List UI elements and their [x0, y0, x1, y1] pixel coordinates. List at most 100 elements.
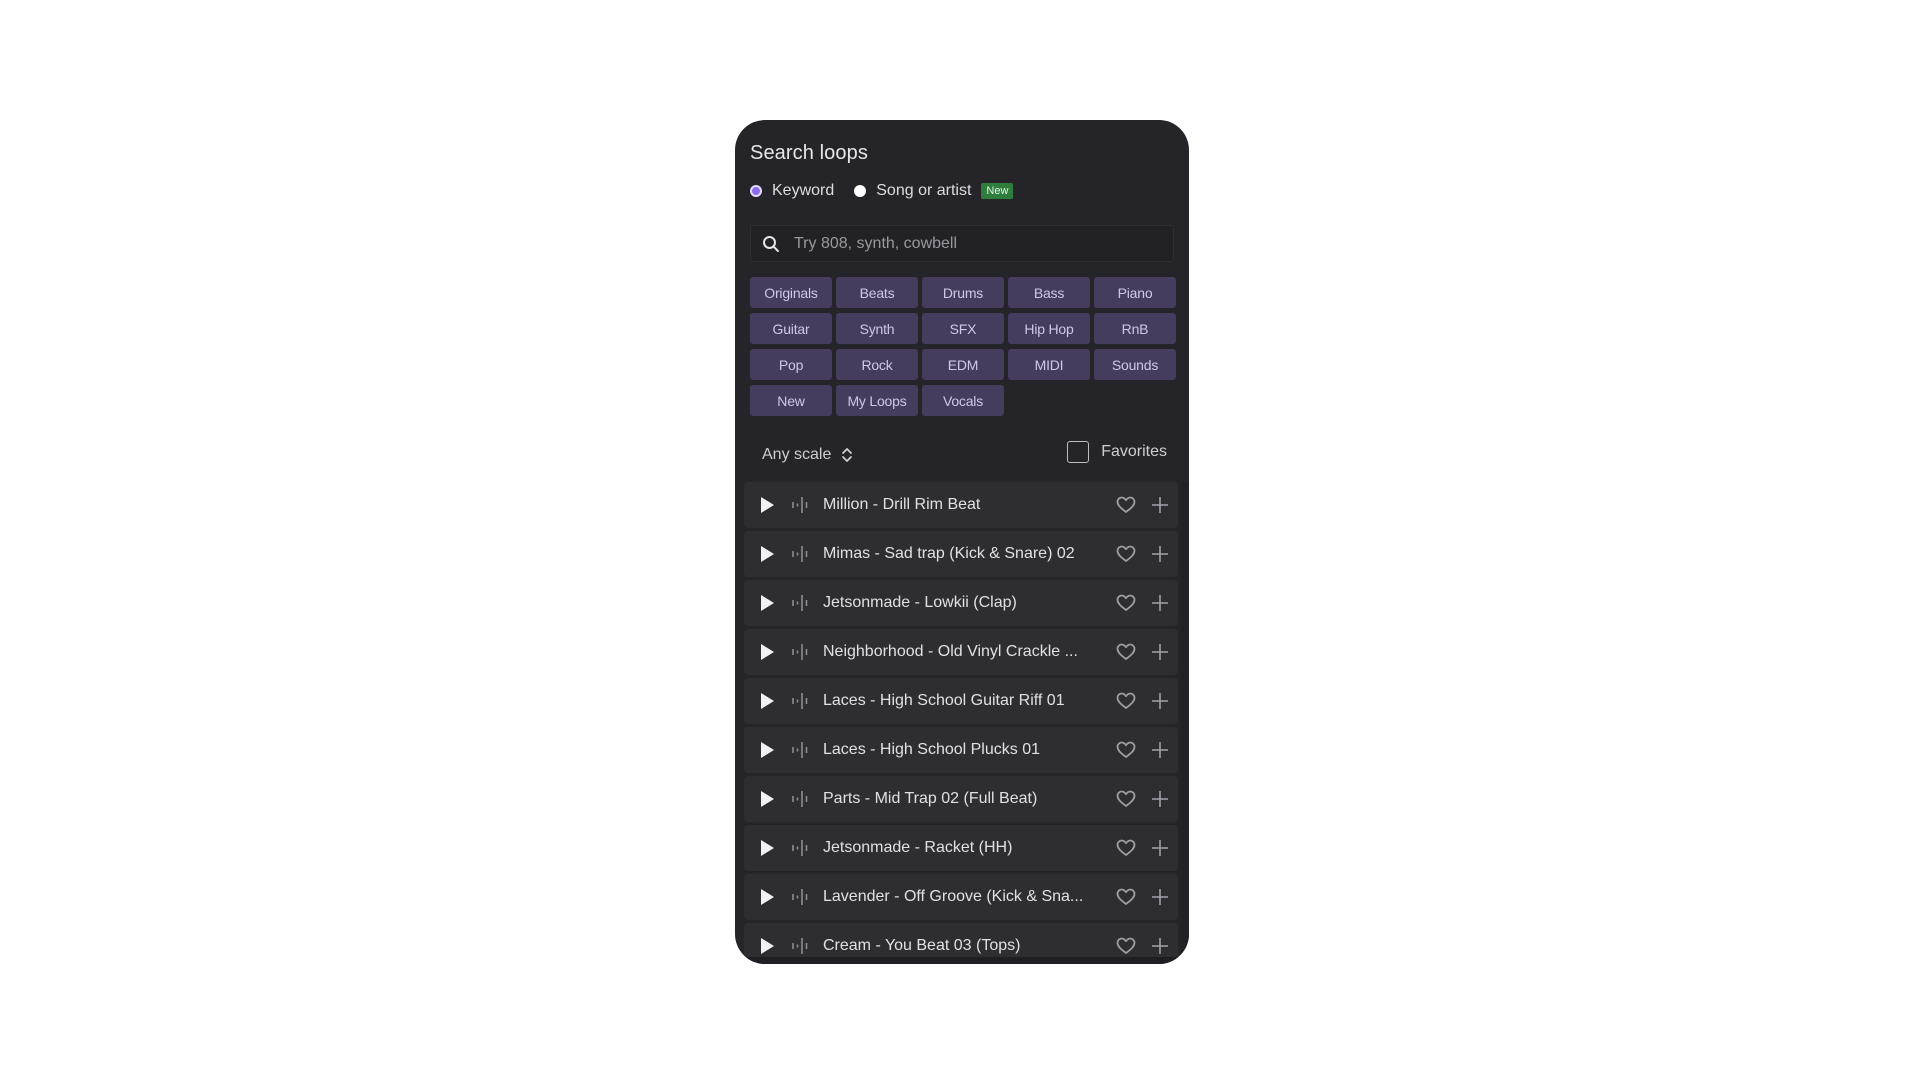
heart-icon[interactable] — [1116, 496, 1136, 514]
play-icon[interactable] — [759, 937, 781, 955]
category-chip-pop[interactable]: Pop — [750, 349, 832, 380]
loop-row[interactable]: Million - Drill Rim Beat — [744, 482, 1178, 528]
play-icon[interactable] — [759, 643, 781, 661]
add-icon[interactable] — [1150, 642, 1170, 662]
new-badge: New — [981, 183, 1014, 199]
category-chip-hip-hop[interactable]: Hip Hop — [1008, 313, 1090, 344]
loop-row[interactable]: Parts - Mid Trap 02 (Full Beat) — [744, 776, 1178, 822]
add-icon[interactable] — [1150, 544, 1170, 564]
radio-song-or-artist[interactable]: Song or artist — [854, 182, 971, 200]
search-mode-radio-group: Keyword Song or artist New — [750, 182, 1014, 200]
radio-keyword[interactable]: Keyword — [750, 182, 834, 200]
search-loops-panel: Search loops Keyword Song or artist New … — [735, 120, 1189, 964]
heart-icon[interactable] — [1116, 888, 1136, 906]
loop-name[interactable]: Jetsonmade - Lowkii (Clap) — [823, 594, 1108, 612]
category-chip-beats[interactable]: Beats — [836, 277, 918, 308]
waveform-icon — [791, 937, 813, 955]
play-icon[interactable] — [759, 741, 781, 759]
play-icon[interactable] — [759, 790, 781, 808]
category-chip-rock[interactable]: Rock — [836, 349, 918, 380]
search-field[interactable] — [750, 225, 1174, 262]
loop-name[interactable]: Laces - High School Plucks 01 — [823, 741, 1108, 759]
loop-name[interactable]: Million - Drill Rim Beat — [823, 496, 1108, 514]
favorites-checkbox[interactable] — [1067, 441, 1090, 463]
waveform-icon — [791, 594, 813, 612]
radio-song-or-artist-label: Song or artist — [876, 182, 972, 199]
loop-row[interactable]: Neighborhood - Old Vinyl Crackle ... — [744, 629, 1178, 675]
scale-select-label: Any scale — [762, 446, 832, 463]
heart-icon[interactable] — [1116, 790, 1136, 808]
category-chip-rnb[interactable]: RnB — [1094, 313, 1176, 344]
loop-name[interactable]: Mimas - Sad trap (Kick & Snare) 02 — [823, 545, 1108, 563]
add-icon[interactable] — [1150, 740, 1170, 760]
heart-icon[interactable] — [1116, 594, 1136, 612]
add-icon[interactable] — [1150, 936, 1170, 956]
loop-name[interactable]: Cream - You Beat 03 (Tops) — [823, 937, 1108, 955]
loop-row[interactable]: Laces - High School Plucks 01 — [744, 727, 1178, 773]
play-icon[interactable] — [759, 692, 781, 710]
category-chip-new[interactable]: New — [750, 385, 832, 416]
heart-icon[interactable] — [1116, 643, 1136, 661]
add-icon[interactable] — [1150, 495, 1170, 515]
add-icon[interactable] — [1150, 838, 1170, 858]
add-icon[interactable] — [1150, 691, 1170, 711]
category-chip-midi[interactable]: MIDI — [1008, 349, 1090, 380]
loop-row[interactable]: Laces - High School Guitar Riff 01 — [744, 678, 1178, 724]
loop-row[interactable]: Mimas - Sad trap (Kick & Snare) 02 — [744, 531, 1178, 577]
waveform-icon — [791, 545, 813, 563]
search-icon — [762, 235, 782, 253]
radio-checked-icon[interactable] — [750, 185, 762, 197]
waveform-icon — [791, 839, 813, 857]
play-icon[interactable] — [759, 545, 781, 563]
radio-unchecked-icon[interactable] — [854, 185, 867, 197]
scrollbar-track[interactable] — [1181, 482, 1189, 957]
category-chip-vocals[interactable]: Vocals — [922, 385, 1004, 416]
category-chip-originals[interactable]: Originals — [750, 277, 832, 308]
waveform-icon — [791, 790, 813, 808]
panel-title: Search loops — [750, 142, 868, 164]
category-chip-synth[interactable]: Synth — [836, 313, 918, 344]
loop-row[interactable]: Jetsonmade - Lowkii (Clap) — [744, 580, 1178, 626]
play-icon[interactable] — [759, 888, 781, 906]
loop-name[interactable]: Jetsonmade - Racket (HH) — [823, 839, 1108, 857]
play-icon[interactable] — [759, 594, 781, 612]
category-chip-sfx[interactable]: SFX — [922, 313, 1004, 344]
loop-name[interactable]: Lavender - Off Groove (Kick & Sna... — [823, 888, 1108, 906]
filters-bar: Any scale Favorites — [735, 438, 1189, 478]
waveform-icon — [791, 741, 813, 759]
radio-keyword-label: Keyword — [772, 182, 835, 199]
add-icon[interactable] — [1150, 789, 1170, 809]
loop-name[interactable]: Neighborhood - Old Vinyl Crackle ... — [823, 643, 1108, 661]
category-chip-guitar[interactable]: Guitar — [750, 313, 832, 344]
category-chip-edm[interactable]: EDM — [922, 349, 1004, 380]
category-chip-bass[interactable]: Bass — [1008, 277, 1090, 308]
loop-name[interactable]: Parts - Mid Trap 02 (Full Beat) — [823, 790, 1108, 808]
category-chip-my-loops[interactable]: My Loops — [836, 385, 918, 416]
loop-row[interactable]: Lavender - Off Groove (Kick & Sna... — [744, 874, 1178, 920]
loop-name[interactable]: Laces - High School Guitar Riff 01 — [823, 692, 1108, 710]
waveform-icon — [791, 496, 813, 514]
search-input[interactable] — [792, 233, 1173, 254]
loop-list[interactable]: Million - Drill Rim Beat Mimas - Sad trap… — [744, 482, 1178, 957]
loop-row[interactable]: Jetsonmade - Racket (HH) — [744, 825, 1178, 871]
play-icon[interactable] — [759, 496, 781, 514]
add-icon[interactable] — [1150, 887, 1170, 907]
scale-select[interactable]: Any scale — [762, 446, 853, 464]
heart-icon[interactable] — [1116, 545, 1136, 563]
heart-icon[interactable] — [1116, 937, 1136, 955]
category-chip-drums[interactable]: Drums — [922, 277, 1004, 308]
category-chips: Originals Beats Drums Bass Piano Guitar Synth S… — [750, 277, 1180, 416]
heart-icon[interactable] — [1116, 692, 1136, 710]
chevron-up-down-icon — [842, 448, 853, 462]
heart-icon[interactable] — [1116, 741, 1136, 759]
play-icon[interactable] — [759, 839, 781, 857]
favorites-filter[interactable]: Favorites — [1067, 441, 1167, 463]
category-chip-sounds[interactable]: Sounds — [1094, 349, 1176, 380]
waveform-icon — [791, 692, 813, 710]
loop-row[interactable]: Cream - You Beat 03 (Tops) — [744, 923, 1178, 957]
add-icon[interactable] — [1150, 593, 1170, 613]
heart-icon[interactable] — [1116, 839, 1136, 857]
panel-footer-strip — [735, 957, 1189, 964]
category-chip-piano[interactable]: Piano — [1094, 277, 1176, 308]
waveform-icon — [791, 643, 813, 661]
